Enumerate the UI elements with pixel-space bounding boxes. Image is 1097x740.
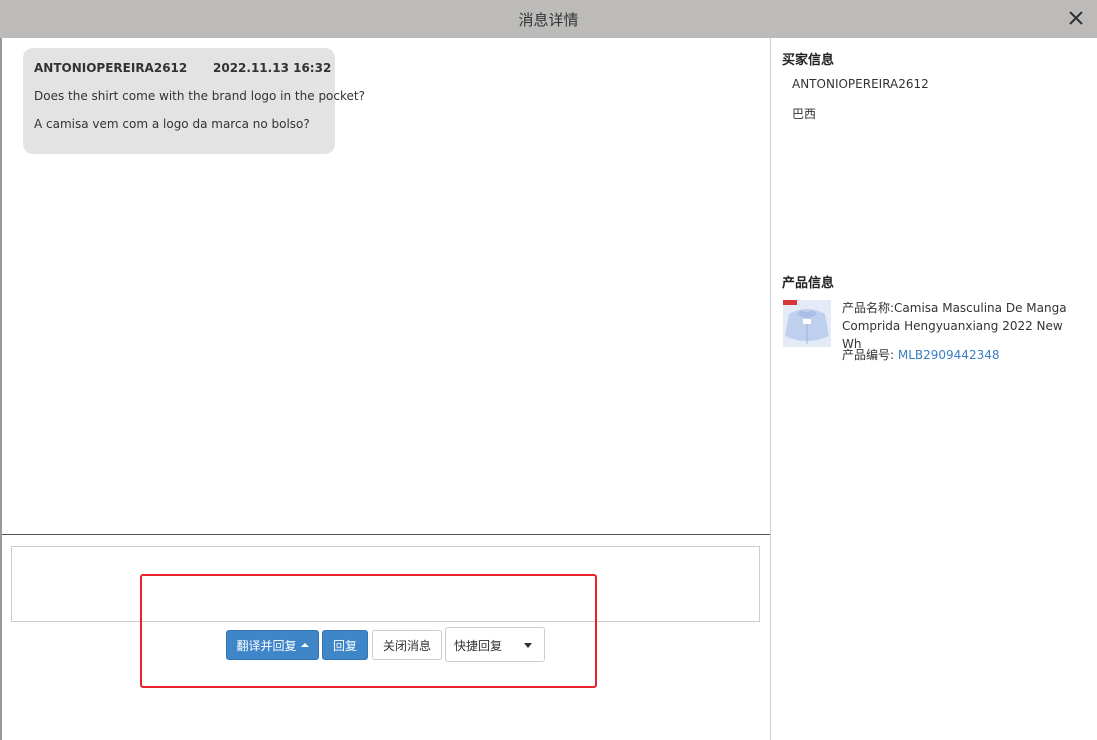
window-title: 消息详情 [518, 11, 579, 29]
reply-input[interactable] [11, 546, 760, 622]
product-sku: 产品编号: MLB2909442348 [842, 346, 999, 363]
caret-up-icon [300, 642, 309, 647]
product-name: 产品名称:Camisa Masculina De Manga Comprida … [842, 299, 1082, 353]
message-text-original: Does the shirt come with the brand logo … [34, 89, 365, 103]
translate-and-reply-button[interactable]: 翻译并回复 [226, 630, 319, 660]
message-sender: ANTONIOPEREIRA2612 [34, 61, 188, 75]
product-thumbnail[interactable] [783, 300, 831, 347]
buyer-name: ANTONIOPEREIRA2612 [792, 77, 929, 91]
reply-button-label: 回复 [332, 638, 357, 653]
product-name-label: 产品名称: [842, 301, 895, 315]
left-border [0, 38, 2, 740]
buyer-country: 巴西 [792, 107, 817, 121]
reply-divider [2, 534, 770, 535]
shirt-image [783, 300, 831, 347]
close-icon[interactable] [1066, 8, 1086, 28]
message-text-translated: A camisa vem com a logo da marca no bols… [34, 117, 310, 131]
chevron-down-icon [524, 643, 532, 648]
reply-button[interactable]: 回复 [322, 630, 368, 660]
close-message-button[interactable]: 关闭消息 [372, 630, 442, 660]
quick-reply-label: 快捷回复 [454, 639, 503, 653]
title-bar: 消息详情 [0, 0, 1097, 38]
product-sku-label: 产品编号: [842, 348, 898, 362]
close-message-label: 关闭消息 [382, 638, 431, 653]
product-info-heading: 产品信息 [782, 276, 835, 291]
product-sku-link[interactable]: MLB2909442348 [898, 348, 1000, 362]
quick-reply-select[interactable]: 快捷回复 [445, 627, 545, 662]
panel-divider [770, 38, 771, 740]
buyer-info-heading: 买家信息 [782, 53, 835, 68]
message-timestamp: 2022.11.13 16:32 [213, 61, 332, 75]
message-bubble: ANTONIOPEREIRA2612 2022.11.13 16:32 Does… [23, 48, 365, 154]
translate-and-reply-label: 翻译并回复 [236, 638, 297, 653]
